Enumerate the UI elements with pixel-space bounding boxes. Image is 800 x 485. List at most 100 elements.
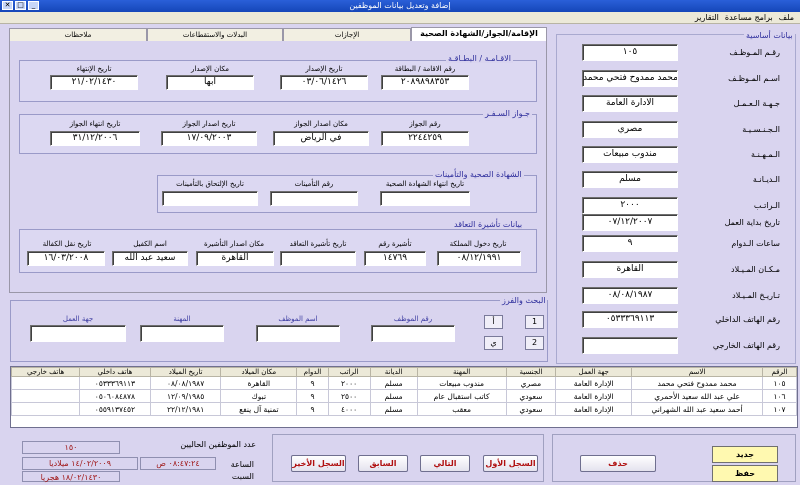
save-button[interactable]: حفظ	[712, 465, 778, 482]
tab-allowances[interactable]: البدلات والاستقطاعات	[147, 28, 283, 41]
health-expiry-label: تاريخ انتهاء الشهادة الصحية	[385, 180, 465, 188]
birth-place-field[interactable]: القاهرة	[582, 261, 678, 278]
close-icon[interactable]: ✕	[2, 1, 13, 10]
work-hours-field[interactable]: ٩	[582, 235, 678, 252]
profession-field[interactable]: مندوب مبيعات	[582, 146, 678, 163]
tab-notes[interactable]: ملاحظات	[9, 28, 147, 41]
nationality-field[interactable]: مصري	[582, 121, 678, 138]
external-phone-label: رقم الهاتف الخارجي	[712, 341, 780, 350]
insurance-number-field[interactable]	[270, 191, 358, 206]
sort-asc-name-button[interactable]: أ	[484, 315, 503, 329]
first-record-button[interactable]: السجل الأول	[483, 455, 538, 472]
passport-number-label: رقم الجواز	[409, 120, 441, 128]
table-cell: معقب	[416, 402, 507, 416]
search-number-label: رقم الموظف	[393, 315, 433, 323]
internal-phone-label: رقم الهاتف الداخلي	[715, 315, 780, 324]
external-phone-field[interactable]	[582, 337, 678, 354]
sort-asc-number-button[interactable]: 1	[525, 315, 544, 329]
table-cell: ٠٥٥٩١٣٧٤٥٢	[79, 402, 151, 416]
col-number[interactable]: الرقم	[761, 367, 798, 377]
issue-date-field[interactable]: ٠٣/٠٦/١٤٢٦	[280, 75, 368, 90]
table-row[interactable]: ١٠٥ محمد ممدوح فتحي محمد الإدارة العامة مصر…	[10, 376, 798, 390]
employee-number-field[interactable]: ١٠٥	[582, 44, 678, 61]
sponsor-name-label: اسم الكفيل	[133, 240, 167, 248]
search-name-input[interactable]	[256, 325, 340, 342]
col-name[interactable]: الاسم	[631, 367, 763, 377]
table-cell: ١٠٧	[761, 402, 798, 416]
tab-vacations[interactable]: الإجازات	[283, 28, 411, 41]
col-nationality[interactable]: الجنسية	[505, 367, 557, 377]
issue-place-field[interactable]: ابها	[166, 75, 254, 90]
employees-grid[interactable]: الرقم الاسم جهة العمل الجنسية المهنة الد…	[10, 366, 798, 428]
table-cell: ٠٥٣٣٣٦٩١١٣	[79, 376, 151, 390]
visa-number-field[interactable]: ١٤٧٦٩	[364, 251, 426, 266]
table-cell: ٩	[296, 402, 329, 416]
new-button[interactable]: جديد	[712, 446, 778, 463]
table-row[interactable]: ١٠٧ أحمد سعيد عبد الله الشهراني الإدارة ال…	[10, 402, 798, 416]
title-bar: إضافة وتعديل بيانات الموظفين	[0, 0, 800, 12]
visa-place-field[interactable]: القاهرة	[196, 251, 274, 266]
salary-label: الـراتـب	[753, 201, 780, 210]
religion-field[interactable]: مسلم	[582, 171, 678, 188]
search-profession-input[interactable]	[140, 325, 224, 342]
table-row[interactable]: ١٠٦ علي عبد الله سعيد الأحمري الإدارة العا…	[10, 389, 798, 403]
residence-group-title: الاقـامـة / البطـاقـة	[446, 54, 513, 63]
prev-record-button[interactable]: السابق	[358, 455, 408, 472]
entry-date-field[interactable]: ٠٨/١٢/١٩٩١	[437, 251, 521, 266]
search-department-input[interactable]	[30, 325, 126, 342]
sponsor-name-field[interactable]: سعيد عبد الله	[112, 251, 188, 266]
sort-desc-number-button[interactable]: 2	[525, 336, 544, 350]
col-religion[interactable]: الديانة	[369, 367, 418, 377]
basic-info-title: بيانات أساسية	[744, 31, 795, 40]
department-field[interactable]: الادارة العامة	[582, 95, 678, 112]
col-department[interactable]: جهة العمل	[555, 367, 633, 377]
passport-expiry-field[interactable]: ٣١/١٢/٢٠٠٦	[50, 131, 140, 146]
minimize-icon[interactable]: _	[28, 1, 39, 10]
search-profession-label: المهنة	[173, 315, 191, 323]
col-birth-date[interactable]: تاريخ الميلاد	[149, 367, 222, 377]
passport-place-label: مكان اصدار الجواز	[294, 120, 348, 128]
maximize-icon[interactable]: □	[15, 1, 26, 10]
menu-reports[interactable]: التقارير	[695, 12, 719, 24]
col-internal-phone[interactable]: هاتف داخلي	[79, 367, 151, 377]
tab-residence[interactable]: الإقامة/الجواز/الشهادة الصحية	[411, 27, 547, 41]
department-label: جـهـة الـعـمـل	[733, 99, 780, 108]
sponsor-transfer-field[interactable]: ١٦/٠٣/٢٠٠٨	[27, 251, 105, 266]
gregorian-date: ١٤/٠٢/٢٠٠٩ ميلاديا	[22, 457, 138, 470]
col-external-phone[interactable]: هاتف خارجي	[10, 367, 81, 377]
passport-expiry-label: تاريخ انتهاء الجواز	[69, 120, 121, 128]
employee-name-field[interactable]: محمد ممدوح فتحي محمد	[582, 70, 678, 87]
health-expiry-field[interactable]	[380, 191, 470, 206]
table-cell: تبوك	[220, 389, 298, 403]
passport-number-field[interactable]: ٢٢٤٤٢٥٩	[381, 131, 469, 146]
passport-issue-date-field[interactable]: ١٧/٠٩/٢٠٠٣	[161, 131, 257, 146]
visa-date-field[interactable]	[280, 251, 356, 266]
delete-button[interactable]: حذف	[580, 455, 656, 472]
menu-helpers[interactable]: برامج مساعدة	[725, 12, 773, 24]
next-record-button[interactable]: التالي	[420, 455, 470, 472]
insurance-date-field[interactable]	[162, 191, 258, 206]
internal-phone-field[interactable]: ٠٥٣٣٣٦٩١١٣	[582, 311, 678, 328]
insurance-number-label: رقم التأمينات	[294, 180, 334, 188]
last-record-button[interactable]: السجل الأخير	[291, 455, 346, 472]
col-hours[interactable]: الدوام	[296, 367, 329, 377]
residence-number-field[interactable]: ٢٠٨٩٨٩٨٣٥٣	[381, 75, 469, 90]
start-date-field[interactable]: ٠٧/١٢/٢٠٠٧	[582, 214, 678, 231]
menu-file[interactable]: ملف	[779, 12, 794, 24]
table-cell: سعودي	[505, 402, 557, 416]
search-number-input[interactable]	[371, 325, 455, 342]
nationality-label: الـجـنـسـيـة	[742, 125, 780, 134]
passport-place-field[interactable]: في الرياض	[273, 131, 369, 146]
table-cell	[10, 402, 81, 416]
salary-field[interactable]: ٢٠٠٠	[582, 197, 678, 214]
health-group-title: الشهادة الصحية والتأمينات	[433, 170, 524, 179]
col-profession[interactable]: المهنة	[416, 367, 507, 377]
col-birth-place[interactable]: مكان الميلاد	[220, 367, 298, 377]
col-salary[interactable]: الراتب	[327, 367, 371, 377]
sort-desc-name-button[interactable]: ي	[484, 336, 503, 350]
time-value: ٠٨:٤٧:٢٤ ص	[140, 457, 216, 470]
hijri-date: ١٨/٠٢/١٤٣٠ هجريا	[22, 471, 120, 482]
birth-date-field[interactable]: ٠٨/٠٨/١٩٨٧	[582, 287, 678, 304]
visa-place-label: مكان اصدار التأشيرة	[203, 240, 265, 248]
expiry-date-field[interactable]: ٢١/٠٢/١٤٣٠	[50, 75, 138, 90]
